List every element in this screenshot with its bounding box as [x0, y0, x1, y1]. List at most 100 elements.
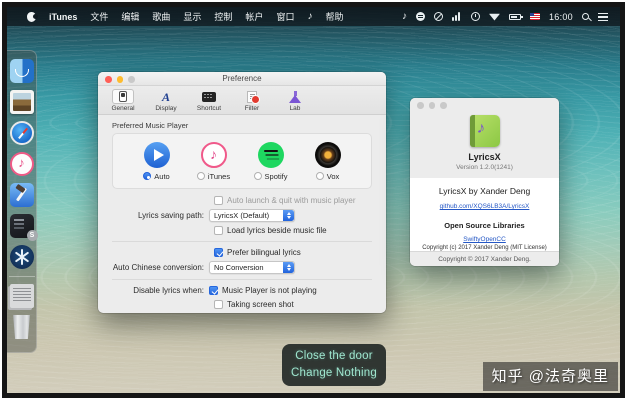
tab-display[interactable]: Display — [149, 89, 183, 112]
lyricsx-app-icon — [470, 115, 500, 147]
display-letter-icon — [162, 88, 170, 106]
keyboard-icon — [202, 92, 216, 102]
about-byline: LyricsX by Xander Deng — [410, 186, 559, 196]
player-option-itunes[interactable]: iTunes — [192, 142, 236, 181]
not-playing-checkbox[interactable] — [209, 286, 218, 295]
speaker-icon — [315, 142, 341, 168]
slash-circle-icon[interactable] — [434, 12, 443, 21]
libraries-heading: Open Source Libraries — [410, 221, 559, 230]
battery-icon[interactable] — [509, 14, 521, 20]
notification-center-icon[interactable] — [598, 13, 608, 21]
dock-item-finder[interactable] — [10, 59, 34, 83]
lyrics-overlay[interactable]: Close the door Change Nothing — [282, 344, 386, 386]
about-window: LyricsX Version 1.2.0(1241) LyricsX by X… — [410, 98, 559, 266]
close-button[interactable] — [105, 76, 112, 83]
preferences-body: Preferred Music Player Auto iTunes Spoti… — [98, 115, 386, 310]
about-body: LyricsX by Xander Deng github.com/XQS6LB… — [410, 178, 559, 251]
auto-launch-checkbox[interactable] — [214, 196, 223, 205]
saving-path-dropdown[interactable]: LyricsX (Default) — [209, 209, 295, 222]
zoom-button-disabled — [128, 76, 135, 83]
dock-item-xcode[interactable] — [10, 183, 34, 207]
close-button-inactive[interactable] — [417, 102, 424, 109]
coral-app-icon — [10, 245, 34, 269]
dock-item-itunes[interactable] — [10, 152, 34, 176]
blue-play-icon — [144, 142, 170, 168]
about-app-name: LyricsX — [410, 152, 559, 162]
stepper-arrows-icon — [283, 210, 294, 221]
menu-item-help[interactable]: 帮助 — [325, 10, 343, 23]
zoom-button-inactive[interactable] — [440, 102, 447, 109]
safari-icon — [10, 121, 34, 145]
spotlight-search-icon[interactable] — [582, 13, 589, 20]
row-bilingual: Prefer bilingual lyrics — [214, 247, 372, 258]
documents-stack-icon — [10, 284, 34, 308]
spotify-icon — [258, 142, 284, 168]
about-version: Version 1.2.0(1241) — [410, 164, 559, 171]
lyricsx-menu-note-icon[interactable]: ♪ — [307, 12, 312, 22]
row-auto-launch: Auto launch & quit with music player — [214, 195, 372, 206]
preferences-toolbar: General Display Shortcut Filter Lab — [98, 86, 386, 115]
general-switch-icon — [119, 91, 127, 102]
radio-spotify[interactable] — [254, 172, 262, 180]
menu-item-file[interactable]: 文件 — [90, 10, 108, 23]
apple-menu-icon[interactable] — [27, 12, 36, 22]
dock-item-coral-app[interactable] — [10, 245, 34, 269]
dock-item-safari[interactable] — [10, 121, 34, 145]
us-flag-input-icon[interactable] — [530, 13, 540, 20]
preferences-titlebar[interactable]: Preference — [98, 72, 386, 86]
dock-separator — [9, 276, 35, 277]
conversion-dropdown[interactable]: No Conversion — [209, 261, 295, 274]
dock-item-photos[interactable] — [10, 90, 34, 114]
window-title: Preference — [222, 74, 261, 83]
pause-circle-icon[interactable] — [416, 12, 425, 21]
radio-itunes[interactable] — [197, 172, 205, 180]
preferred-player-label: Preferred Music Player — [112, 121, 372, 130]
music-note-icon[interactable]: ♪ — [402, 12, 407, 22]
preferences-window: Preference General Display Shortcut Filt… — [98, 72, 386, 313]
dock-item-dark-app[interactable]: S — [10, 214, 34, 238]
menu-clock[interactable]: 16:00 — [549, 12, 573, 22]
row-disable-when: Disable lyrics when: Music Player is not… — [112, 285, 372, 296]
menu-item-edit[interactable]: 编辑 — [121, 10, 139, 23]
menu-item-controls[interactable]: 控制 — [214, 10, 232, 23]
radio-vox[interactable] — [316, 172, 324, 180]
stepper-arrows-icon — [283, 262, 294, 273]
preferred-player-box: Auto iTunes Spotify Vox — [112, 133, 372, 189]
tab-filter[interactable]: Filter — [235, 89, 269, 112]
minimize-button[interactable] — [117, 76, 124, 83]
time-machine-clock-icon[interactable] — [471, 12, 480, 21]
app-menu-itunes[interactable]: iTunes — [49, 12, 77, 22]
volume-bars-icon[interactable] — [452, 12, 462, 21]
xcode-icon — [10, 183, 34, 207]
minimize-button-inactive[interactable] — [429, 102, 436, 109]
radio-auto[interactable] — [143, 172, 151, 180]
trash-icon — [12, 315, 32, 339]
about-header: LyricsX Version 1.2.0(1241) — [410, 110, 559, 178]
menu-item-account[interactable]: 帐户 — [245, 10, 263, 23]
tab-shortcut[interactable]: Shortcut — [192, 89, 226, 112]
dock-item-trash[interactable] — [10, 315, 34, 339]
github-link[interactable]: github.com/XQS6LB3A/LyricsX — [410, 203, 559, 210]
dock: S — [7, 50, 37, 353]
wifi-icon[interactable] — [489, 13, 500, 21]
player-option-spotify[interactable]: Spotify — [249, 142, 293, 181]
lyrics-line-2: Change Nothing — [291, 365, 377, 382]
player-option-vox[interactable]: Vox — [306, 142, 350, 181]
menu-item-window[interactable]: 窗口 — [276, 10, 294, 23]
itunes-player-icon — [201, 142, 227, 168]
row-saving-path: Lyrics saving path: LyricsX (Default) — [112, 209, 372, 222]
about-titlebar[interactable] — [410, 98, 559, 110]
tab-general[interactable]: General — [106, 89, 140, 112]
tab-lab[interactable]: Lab — [278, 89, 312, 112]
menu-item-song[interactable]: 歌曲 — [152, 10, 170, 23]
load-beside-checkbox[interactable] — [214, 226, 223, 235]
lyrics-line-1: Close the door — [295, 348, 373, 365]
row-screenshot: Taking screen shot — [214, 299, 372, 310]
screenshot-checkbox[interactable] — [214, 300, 223, 309]
dock-item-documents-stack[interactable] — [10, 284, 34, 308]
menu-bar: iTunes 文件 编辑 歌曲 显示 控制 帐户 窗口 ♪ 帮助 ♪ 16:00 — [7, 7, 620, 26]
swiftyopencc-link[interactable]: SwiftyOpenCC — [410, 236, 559, 243]
player-option-auto[interactable]: Auto — [135, 142, 179, 181]
menu-item-view[interactable]: 显示 — [183, 10, 201, 23]
bilingual-checkbox[interactable] — [214, 248, 223, 257]
